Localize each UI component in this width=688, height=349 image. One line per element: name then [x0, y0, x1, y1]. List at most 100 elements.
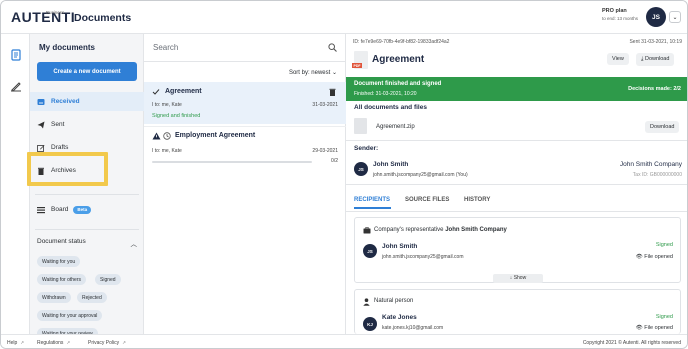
sidebar-item-label: Drafts	[51, 144, 69, 151]
edit-icon	[37, 144, 45, 152]
regulations-link[interactable]: Regulations ↗	[37, 340, 70, 346]
signature-icon[interactable]	[10, 80, 22, 92]
natural-person-label: Natural person	[374, 298, 414, 304]
chevron-up-icon: ︿	[130, 241, 138, 248]
trash-icon[interactable]	[329, 88, 336, 96]
sender-name: John Smith	[373, 161, 409, 168]
beta-badge: Beta	[73, 205, 92, 214]
sidebar-item-label: Sent	[51, 121, 65, 128]
document-date: 31-03-2021	[312, 102, 338, 108]
signing-progress-bar	[152, 161, 312, 163]
list-icon	[37, 206, 45, 214]
zip-download-button[interactable]: Download	[645, 121, 680, 133]
document-date: 29-03-2021	[312, 148, 338, 154]
download-button[interactable]: ⤓ Download	[636, 53, 675, 66]
document-status-header[interactable]: Document status ︿	[37, 238, 137, 248]
file-opened-label: File opened	[644, 254, 673, 260]
search-input[interactable]: Search	[153, 43, 178, 52]
tab-history[interactable]: HISTORY	[464, 197, 490, 203]
sidebar-item-board[interactable]: Board Beta	[30, 200, 144, 219]
icon-rail	[1, 34, 30, 334]
plan-name: PRO plan	[602, 8, 627, 14]
copyright: Copyright 2021 © Autenti. All rights res…	[582, 340, 681, 346]
tax-id: Tax ID: GB000000000	[632, 172, 682, 178]
briefcase-icon	[363, 227, 371, 234]
tab-recipients[interactable]: RECIPIENTS	[354, 197, 390, 203]
recipient-status: Signed	[655, 242, 673, 248]
sidebar-divider	[35, 194, 139, 195]
sort-label: Sort by: newest	[288, 70, 331, 76]
representative-company: John Smith Company	[445, 227, 507, 233]
section-divider	[346, 140, 687, 141]
file-opened-status: 👁 File opened	[636, 325, 673, 331]
status-chip-waiting-for-you[interactable]: Waiting for you	[37, 256, 81, 267]
arrow-down-icon: ↓	[509, 275, 513, 281]
eye-icon: 👁	[635, 325, 643, 331]
send-icon	[37, 121, 45, 129]
recipient-status: Signed	[655, 314, 673, 320]
search-icon[interactable]	[328, 43, 337, 52]
document-list: Search Sort by: newest ⌄ Agreement I to:…	[144, 34, 346, 334]
sender-avatar: JS	[354, 162, 368, 176]
search-box[interactable]: Search	[144, 34, 346, 62]
sender-company: John Smith Company	[619, 161, 682, 168]
status-chip-waiting-for-others[interactable]: Waiting for others	[37, 274, 86, 285]
privacy-policy-link[interactable]: Privacy Policy ↗	[88, 340, 126, 346]
view-button[interactable]: View	[607, 53, 629, 65]
tabs-divider	[346, 211, 687, 212]
status-banner: Document finished and signed Finished: 3…	[346, 77, 687, 101]
section-divider	[346, 184, 687, 185]
top-bar: AUTENTI Business Documents PRO plan to e…	[1, 1, 687, 34]
account-menu-button[interactable]: ⌄	[669, 11, 681, 23]
regulations-label: Regulations	[37, 340, 64, 346]
status-chip-waiting-for-approval[interactable]: Waiting for your approval	[37, 310, 103, 321]
detail-title: Agreement	[372, 54, 425, 65]
recipient-card-company: Company's representative John Smith Comp…	[354, 217, 681, 283]
plan-remaining: to end: 13 months	[602, 16, 639, 21]
help-label: Help	[7, 340, 18, 346]
recipient-avatar: KJ	[363, 317, 377, 331]
recipient-name: Kate Jones	[382, 314, 417, 321]
sidebar-item-sent[interactable]: Sent	[30, 115, 144, 134]
progress-count: 0/2	[331, 158, 338, 164]
sidebar-title: My documents	[39, 43, 96, 52]
recipient-card-person: Natural person KJ Kate Jones kate.jones.…	[354, 289, 681, 334]
document-status-title: Document status	[37, 238, 86, 245]
archives-highlight	[27, 152, 108, 186]
user-avatar[interactable]: JS	[646, 7, 666, 27]
eye-icon: 👁	[635, 254, 643, 260]
person-icon	[363, 298, 370, 306]
autenti-logo[interactable]: AUTENTI	[11, 9, 75, 25]
sender-email: john.smith.jscompany25@gmail.com (You)	[373, 172, 468, 178]
sidebar-item-label: Received	[51, 98, 80, 105]
representative-line: Company's representative John Smith Comp…	[374, 227, 507, 233]
page-title: Documents	[74, 12, 132, 24]
sidebar-item-received[interactable]: Received	[30, 92, 144, 111]
active-tab-indicator	[354, 207, 391, 209]
status-chip-rejected[interactable]: Rejected	[77, 292, 107, 303]
status-chip-withdrawn[interactable]: Withdrawn	[37, 292, 71, 303]
status-chip-signed[interactable]: Signed	[95, 274, 121, 285]
sender-label: Sender:	[354, 145, 379, 152]
list-item[interactable]: Agreement I to: me, Kate 31-03-2021 Sign…	[144, 82, 346, 124]
app-window: AUTENTI Business Documents PRO plan to e…	[0, 0, 688, 349]
pdf-file-icon: PDF	[352, 51, 368, 69]
create-document-button[interactable]: Create a new document	[37, 62, 137, 81]
document-recipients: I to: me, Kate	[152, 102, 182, 108]
document-details: ID: fe7e9e69-70fb-4e9f-bf82-19833adf24a2…	[346, 34, 687, 334]
chevron-down-icon: ⌄	[331, 70, 337, 76]
sidebar-divider	[35, 229, 139, 230]
chevron-down-icon: ⌄	[672, 14, 678, 21]
tab-source-files[interactable]: SOURCE FILES	[405, 197, 449, 203]
recipient-email: john.smith.jscompany25@gmail.com	[382, 254, 464, 260]
help-link[interactable]: Help ↗	[7, 340, 24, 346]
list-item[interactable]: Employment Agreement I to: me, Kate 29-0…	[144, 126, 346, 168]
check-icon	[152, 88, 160, 96]
zip-file-name[interactable]: Agreement.zip	[376, 124, 415, 130]
sort-dropdown[interactable]: Sort by: newest ⌄	[289, 69, 337, 76]
download-label: Download	[644, 56, 670, 62]
banner-title: Document finished and signed	[354, 81, 442, 87]
download-icon: ⤓	[641, 56, 644, 62]
show-button[interactable]: ↓ Show	[493, 274, 543, 283]
documents-icon[interactable]	[10, 49, 22, 61]
